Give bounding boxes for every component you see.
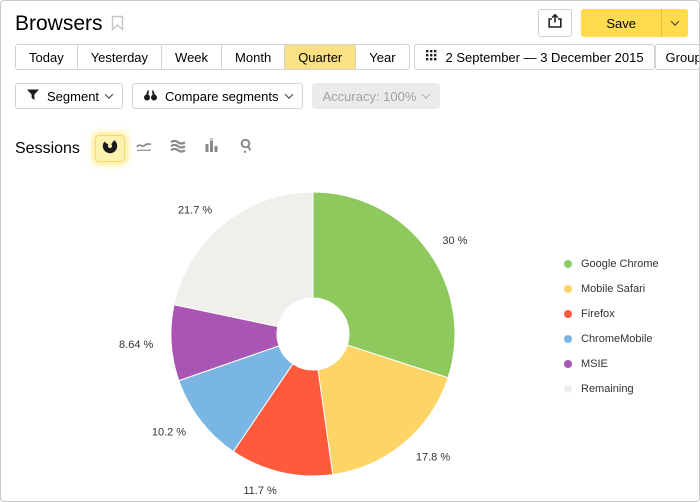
period-tab-week[interactable]: Week [161,44,222,70]
legend-label: ChromeMobile [581,333,653,345]
chevron-down-icon [422,90,430,98]
export-icon [547,13,563,34]
legend-label: MSIE [581,358,608,370]
legend-item-mobile-safari[interactable]: Mobile Safari [564,276,659,301]
line-chart-icon [136,138,152,159]
chart-type-donut-button[interactable] [95,135,125,162]
period-toolbar: TodayYesterdayWeekMonthQuarterYear 2 Sep… [1,37,699,70]
pie-slice-google-chrome[interactable] [313,192,455,378]
binoculars-icon [143,88,158,105]
legend-label: Mobile Safari [581,283,645,295]
metric-row: Sessions [15,135,699,162]
stacked-area-icon [170,138,186,159]
legend-item-remaining[interactable]: Remaining [564,376,659,401]
legend-color-dot [564,385,572,393]
period-tab-year[interactable]: Year [355,44,409,70]
bookmark-icon[interactable] [111,15,124,36]
legend-color-dot [564,360,572,368]
column-chart-icon [204,138,220,159]
chevron-down-icon [671,17,679,25]
legend-color-dot [564,310,572,318]
page-title: Browsers [15,11,103,37]
date-range-button[interactable]: 2 September — 3 December 2015 [414,44,655,70]
date-range-label: 2 September — 3 December 2015 [446,50,644,65]
period-tab-month[interactable]: Month [221,44,285,70]
slice-percent-label: 30 % [442,235,467,247]
funnel-icon [26,88,40,105]
accuracy-dropdown: Accuracy: 100% [312,83,441,109]
legend-item-google-chrome[interactable]: Google Chrome [564,251,659,276]
slice-percent-label: 10.2 % [152,427,186,439]
segment-label: Segment [47,89,99,104]
slice-percent-label: 21.7 % [178,205,212,217]
period-tab-quarter[interactable]: Quarter [284,44,356,70]
calendar-grid-icon [425,49,439,65]
chevron-down-icon [284,90,292,98]
legend-color-dot [564,335,572,343]
group-by-label: Group: by day [666,50,700,65]
group-by-dropdown[interactable]: Group: by day [655,44,700,70]
save-split-button: Save [581,9,688,37]
donut-chart-icon [102,138,118,159]
period-tab-yesterday[interactable]: Yesterday [77,44,162,70]
segment-toolbar: Segment Compare segments Accuracy: 100% [1,70,699,109]
legend-color-dot [564,260,572,268]
compare-segments-label: Compare segments [165,89,278,104]
legend-item-msie[interactable]: MSIE [564,351,659,376]
sessions-donut-chart: 30 % 17.8 % 11.7 % 10.2 % 8.64 % 21.7 % Googl… [1,173,700,502]
slice-percent-label: 17.8 % [416,452,450,464]
export-button[interactable] [538,9,572,37]
slice-percent-label: 8.64 % [119,339,153,351]
save-button-label: Save [606,16,636,31]
browsers-report-window: Browsers Save [0,0,700,502]
chart-type-stacked-area-button[interactable] [163,135,193,162]
chart-type-map-button[interactable] [231,135,261,162]
chart-legend: Google Chrome Mobile Safari Firefox ChromeM… [564,251,659,401]
accuracy-label: Accuracy: 100% [323,89,417,104]
legend-item-chromemobile[interactable]: ChromeMobile [564,326,659,351]
compare-segments-dropdown[interactable]: Compare segments [132,83,302,109]
legend-item-firefox[interactable]: Firefox [564,301,659,326]
chevron-down-icon [105,90,113,98]
chart-type-columns-button[interactable] [197,135,227,162]
legend-label: Google Chrome [581,258,659,270]
legend-label: Remaining [581,383,634,395]
metric-label: Sessions [15,140,80,158]
legend-label: Firefox [581,308,615,320]
save-options-button[interactable] [661,9,688,37]
slice-percent-label: 11.7 % [243,485,277,497]
legend-color-dot [564,285,572,293]
save-button[interactable]: Save [581,9,661,37]
period-tabs: TodayYesterdayWeekMonthQuarterYear [15,44,410,70]
header: Browsers Save [1,1,699,37]
period-tab-today[interactable]: Today [15,44,78,70]
map-pin-icon [238,138,254,159]
segment-dropdown[interactable]: Segment [15,83,123,109]
chart-type-line-button[interactable] [129,135,159,162]
